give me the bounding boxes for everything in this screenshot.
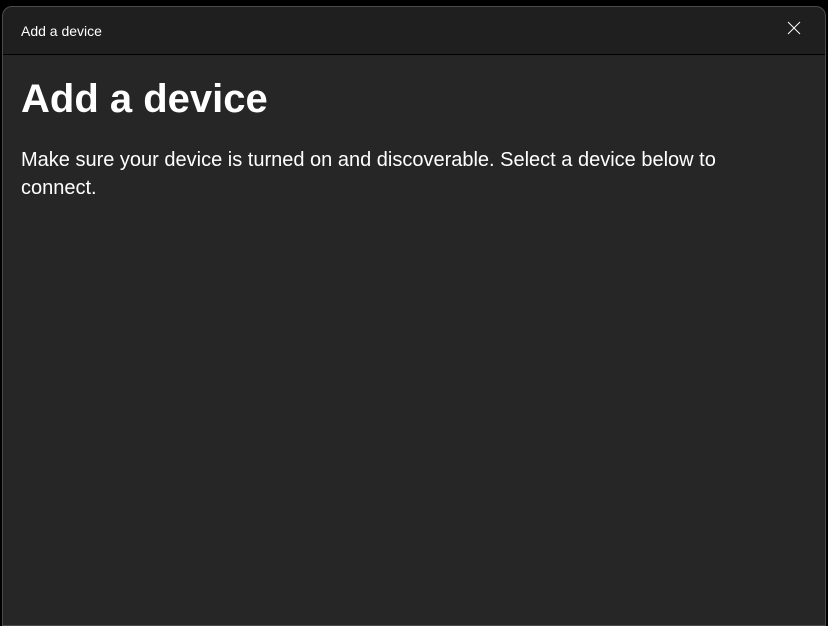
dialog-content: Add a device Make sure your device is tu… bbox=[3, 55, 825, 625]
close-icon bbox=[787, 21, 801, 40]
close-button[interactable] bbox=[763, 7, 825, 55]
page-description: Make sure your device is turned on and d… bbox=[21, 146, 781, 202]
titlebar: Add a device bbox=[3, 7, 825, 55]
window-title: Add a device bbox=[21, 23, 102, 39]
add-device-dialog: Add a device Add a device Make sure your… bbox=[2, 6, 826, 626]
page-title: Add a device bbox=[21, 77, 807, 122]
